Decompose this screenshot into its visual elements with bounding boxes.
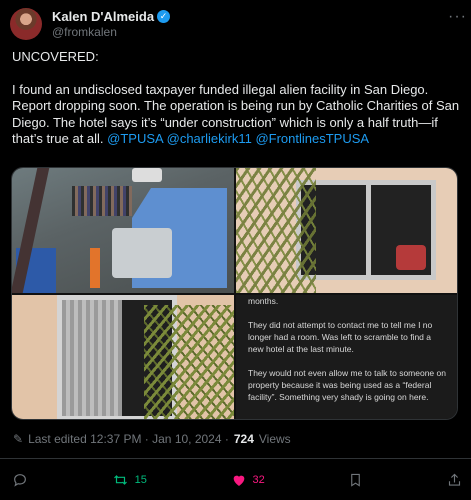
tweet-body: I found an undisclosed taxpayer funded i… [12, 82, 462, 148]
tweet-header: Kalen D'Almeida ✓ @fromkalen [10, 4, 461, 44]
media-grid: months. They did not attempt to contact … [11, 167, 458, 420]
reply-button[interactable] [12, 472, 28, 488]
chair-shape [396, 245, 426, 270]
tweet-meta: ✎ Last edited 12:37 PM · Jan 10, 2024 · … [13, 432, 291, 446]
like-count: 32 [252, 474, 265, 486]
verified-badge-icon[interactable]: ✓ [157, 10, 171, 23]
curtain-shape [62, 300, 122, 416]
mention-frontlinestpusa[interactable]: @FrontlinesTPUSA [255, 131, 369, 146]
media-photo-2[interactable] [236, 168, 457, 293]
heart-icon [233, 475, 244, 486]
name-row: Kalen D'Almeida ✓ [52, 9, 171, 24]
pencil-icon: ✎ [13, 432, 24, 446]
edited-timestamp[interactable]: Last edited 12:37 PM · Jan 10, 2024 · [28, 432, 229, 446]
views-count: 724 [233, 432, 254, 446]
retweet-count: 15 [134, 474, 147, 486]
avatar[interactable] [10, 8, 42, 40]
media-photo-4[interactable]: months. They did not attempt to contact … [236, 295, 457, 419]
orange-post-shape [90, 248, 100, 288]
like-button[interactable]: 32 [231, 472, 265, 488]
palm-shape [144, 305, 234, 419]
car-shape [132, 168, 162, 182]
retweet-button[interactable]: 15 [112, 472, 147, 488]
share-icon [448, 473, 461, 486]
author-name[interactable]: Kalen D'Almeida [52, 9, 154, 24]
crowd-shape [72, 186, 132, 216]
author-info: Kalen D'Almeida ✓ @fromkalen [52, 9, 171, 39]
divider [0, 458, 471, 459]
more-icon[interactable]: ··· [448, 8, 467, 26]
retweet-icon [113, 475, 127, 485]
views-label: Views [258, 432, 291, 446]
action-bar: 15 32 [12, 470, 462, 490]
screenshot-line-1: months. [248, 296, 279, 306]
canopy-shape [112, 228, 172, 278]
screenshot-line-2: They did not attempt to contact me to te… [248, 320, 433, 354]
mention-charliekirk11[interactable]: @charliekirk11 [167, 131, 252, 146]
reply-icon [14, 474, 26, 487]
bookmark-button[interactable] [348, 472, 363, 488]
palm-shape [236, 168, 316, 293]
bookmark-icon [351, 473, 361, 487]
window-shape [296, 180, 436, 280]
tweet-text: UNCOVERED: I found an undisclosed taxpay… [12, 49, 462, 148]
mention-tpusa[interactable]: @TPUSA [107, 131, 163, 146]
media-photo-1[interactable] [12, 168, 234, 293]
media-photo-3[interactable] [12, 295, 234, 419]
screenshot-text: months. They did not attempt to contact … [248, 295, 448, 415]
tweet-heading: UNCOVERED: [12, 49, 99, 64]
share-button[interactable] [447, 472, 462, 488]
author-handle[interactable]: @fromkalen [52, 25, 170, 39]
screenshot-line-3: They would not even allow me to talk to … [248, 368, 446, 402]
